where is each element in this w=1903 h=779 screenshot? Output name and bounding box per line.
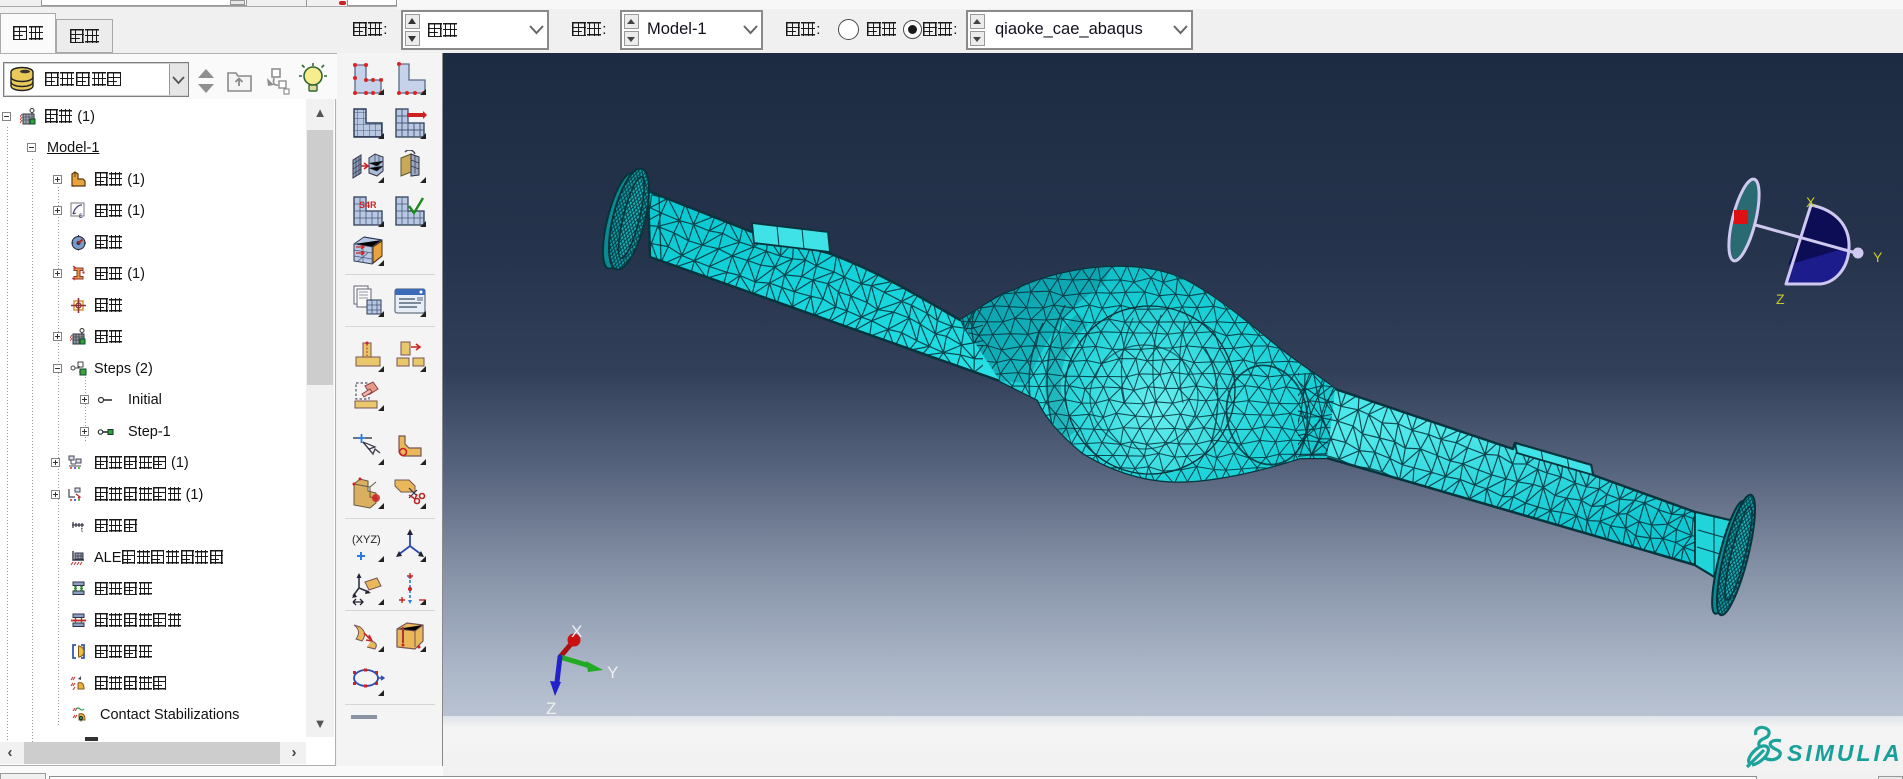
svg-text:t: t: [81, 527, 83, 534]
svg-text:Z: Z: [546, 699, 556, 716]
svg-text:ε: ε: [79, 211, 83, 219]
svg-text:X: X: [571, 622, 582, 641]
svg-text:X: X: [1806, 194, 1816, 210]
svg-text:Y: Y: [1873, 249, 1883, 265]
svg-text:Y: Y: [607, 663, 618, 682]
svg-text:S4R: S4R: [359, 200, 377, 210]
svg-text:Z: Z: [1776, 291, 1785, 307]
svg-text:SIMULIA: SIMULIA: [1787, 740, 1903, 766]
svg-text:(XYZ): (XYZ): [352, 534, 381, 546]
